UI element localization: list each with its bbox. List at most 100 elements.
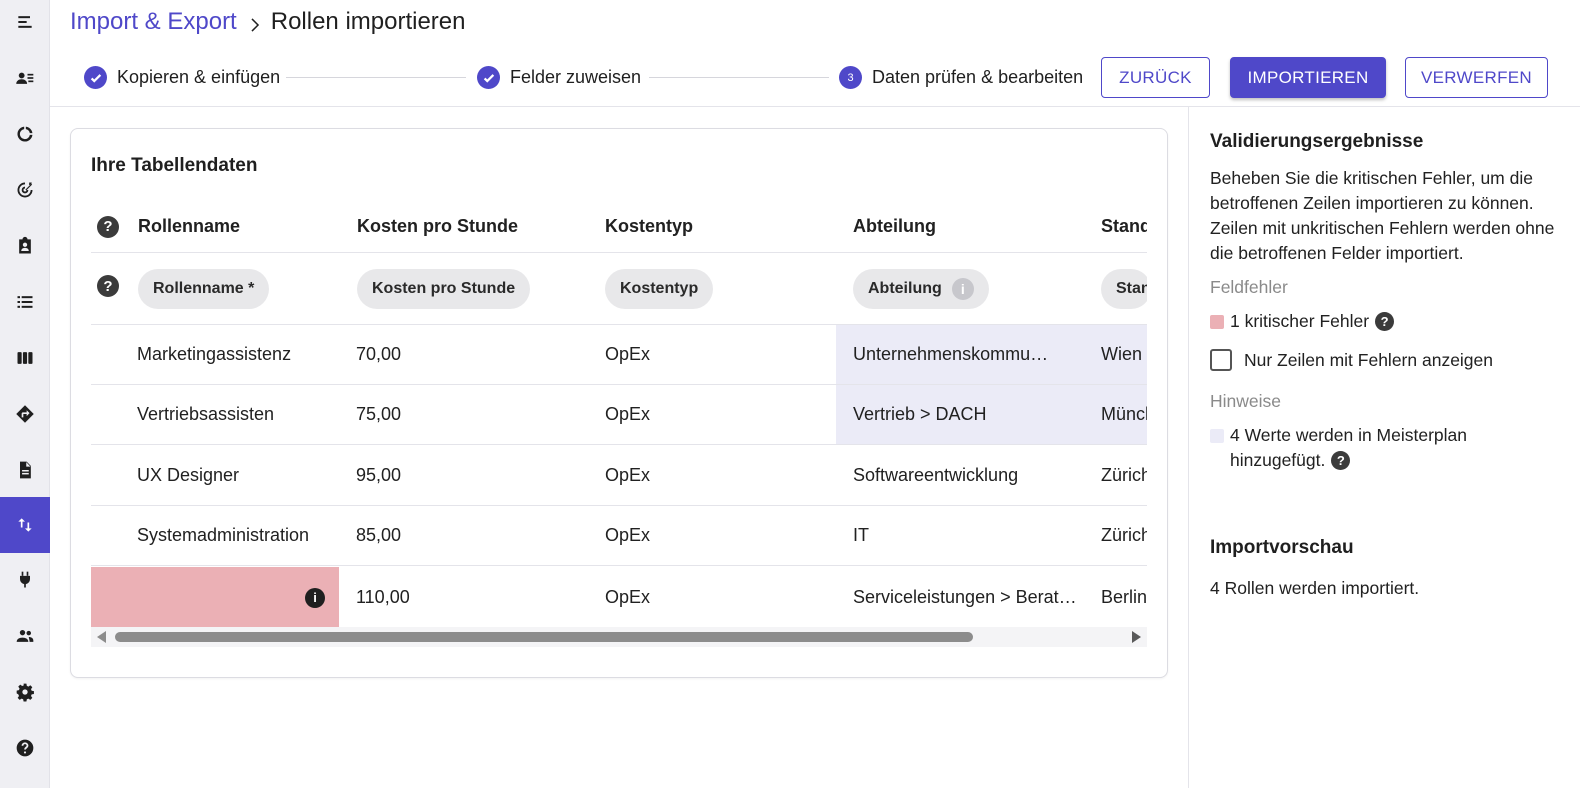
columns-icon[interactable] <box>0 330 50 386</box>
cell-kosten[interactable]: 85,00 <box>356 506 586 565</box>
scroll-left-arrow-icon[interactable] <box>97 631 106 643</box>
sidebar <box>0 0 50 788</box>
help-icon[interactable]: ? <box>97 201 119 252</box>
validation-description: Beheben Sie die kritischen Fehler, um di… <box>1210 168 1555 263</box>
table-row: i 110,00 OpEx Serviceleistungen > Berat…… <box>91 567 1147 628</box>
field-chip-abteilung[interactable]: Abteilung i <box>853 268 989 309</box>
field-errors-label: Feldfehler <box>1210 277 1288 297</box>
cell-rollenname[interactable]: Vertriebsassisten <box>137 385 337 444</box>
discard-button[interactable]: VERWERFEN <box>1405 57 1548 98</box>
cell-rollenname[interactable]: Systemadministration <box>137 506 337 565</box>
cell-kosten[interactable]: 110,00 <box>356 567 586 628</box>
scrollbar-thumb[interactable] <box>115 632 973 642</box>
cell-standort[interactable]: Berlin <box>1101 567 1147 628</box>
column-header: Rollenname <box>138 216 241 236</box>
column-header: Kostentyp <box>605 216 694 236</box>
gear-icon[interactable] <box>0 664 50 720</box>
field-chip-standort[interactable]: Stan <box>1101 268 1147 309</box>
clipboard-user-icon[interactable] <box>0 218 50 274</box>
import-export-icon[interactable] <box>0 497 50 553</box>
header-divider <box>50 106 1580 107</box>
cell-abteilung[interactable]: IT <box>853 506 1083 565</box>
column-header: Stand <box>1101 216 1147 236</box>
cell-kosten[interactable]: 70,00 <box>356 325 586 384</box>
cell-standort[interactable]: Zürich <box>1101 446 1147 505</box>
hints-text: 4 Werte werden in Meisterplan <box>1230 425 1468 445</box>
stepper: Kopieren & einfügen Felder zuweisen 3 Da… <box>84 66 1084 90</box>
target-icon[interactable] <box>0 162 50 218</box>
help-icon[interactable]: ? <box>97 253 119 324</box>
menu-icon[interactable] <box>0 0 50 50</box>
horizontal-scrollbar[interactable] <box>91 627 1147 647</box>
only-errors-checkbox[interactable] <box>1210 349 1232 371</box>
cell-standort[interactable]: Zürich <box>1101 506 1147 565</box>
table-card: Ihre Tabellendaten ? Rollenname Kosten p… <box>70 128 1168 678</box>
info-icon[interactable]: i <box>951 277 974 300</box>
directions-icon[interactable] <box>0 386 50 442</box>
cell-kosten[interactable]: 75,00 <box>356 385 586 444</box>
field-chip-kosten[interactable]: Kosten pro Stunde <box>357 268 531 309</box>
import-preview-title: Importvorschau <box>1210 537 1354 558</box>
cell-kostentyp[interactable]: OpEx <box>605 506 835 565</box>
step-label: Felder zuweisen <box>510 67 642 87</box>
page-title: Rollen importieren <box>270 8 466 35</box>
scroll-right-arrow-icon[interactable] <box>1132 631 1141 643</box>
check-icon <box>84 66 107 89</box>
only-errors-label: Nur Zeilen mit Fehlern anzeigen <box>1244 349 1494 370</box>
hints-text: hinzugefügt. <box>1230 450 1326 470</box>
table-row: Systemadministration 85,00 OpEx IT Züric… <box>91 506 1147 566</box>
step-copy-paste: Kopieren & einfügen <box>84 66 280 89</box>
step-assign-fields: Felder zuweisen <box>477 66 641 89</box>
step-connector <box>649 77 829 78</box>
step-label: Kopieren & einfügen <box>117 67 281 87</box>
cell-kosten[interactable]: 95,00 <box>356 446 586 505</box>
column-header: Kosten pro Stunde <box>357 216 518 236</box>
import-button[interactable]: IMPORTIEREN <box>1230 57 1386 98</box>
contacts-icon[interactable] <box>0 50 50 106</box>
cell-kostentyp[interactable]: OpEx <box>605 325 835 384</box>
field-chip-rollenname[interactable]: Rollenname * <box>138 268 270 309</box>
help-icon[interactable]: ? <box>1375 312 1395 331</box>
step-label: Daten prüfen & bearbeiten <box>872 67 1084 87</box>
cell-abteilung[interactable]: Vertrieb > DACH <box>836 385 1083 444</box>
only-errors-toggle[interactable]: Nur Zeilen mit Fehlern anzeigen <box>1210 349 1493 371</box>
step-number: 3 <box>839 66 862 89</box>
help-icon[interactable]: ? <box>1331 451 1351 470</box>
chevron-right-icon <box>245 13 263 32</box>
hints-label: Hinweise <box>1210 391 1281 411</box>
cell-standort[interactable]: Wien <box>1083 325 1147 384</box>
table-header-row: ? Rollenname Kosten pro Stunde Kostentyp… <box>91 201 1147 253</box>
cell-standort[interactable]: Münch <box>1083 385 1147 444</box>
info-icon[interactable]: i <box>305 587 325 608</box>
cell-abteilung[interactable]: Serviceleistungen > Berat… <box>853 567 1083 628</box>
plug-icon[interactable] <box>0 552 50 608</box>
validation-title: Validierungsergebnisse <box>1210 131 1424 152</box>
back-button[interactable]: ZURÜCK <box>1101 57 1210 98</box>
table-row: UX Designer 95,00 OpEx Softwareentwicklu… <box>91 446 1147 506</box>
critical-errors-text: 1 kritischer Fehler <box>1230 311 1370 331</box>
cell-kostentyp[interactable]: OpEx <box>605 567 835 628</box>
step-review-edit: 3 Daten prüfen & bearbeiten <box>839 66 1083 89</box>
hints-legend-continued: hinzugefügt. ? <box>1230 450 1351 471</box>
donut-chart-icon[interactable] <box>0 106 50 162</box>
list-icon[interactable] <box>0 274 50 330</box>
field-chip-kostentyp[interactable]: Kostentyp <box>605 268 714 309</box>
help-icon[interactable] <box>0 720 50 776</box>
document-icon[interactable] <box>0 442 50 498</box>
table-row: Marketingassistenz 70,00 OpEx Unternehme… <box>91 325 1147 385</box>
cell-abteilung[interactable]: Unternehmenskommu… <box>836 325 1083 384</box>
hint-swatch <box>1210 428 1224 443</box>
table-row: Vertriebsassisten 75,00 OpEx Vertrieb > … <box>91 385 1147 445</box>
cell-abteilung[interactable]: Softwareentwicklung <box>853 446 1083 505</box>
check-icon <box>477 66 500 89</box>
cell-rollenname[interactable]: UX Designer <box>137 446 337 505</box>
cell-kostentyp[interactable]: OpEx <box>605 385 835 444</box>
cell-rollenname-error[interactable]: i <box>91 567 339 628</box>
cell-kostentyp[interactable]: OpEx <box>605 446 835 505</box>
breadcrumb: Import & Export Rollen importieren <box>70 8 466 36</box>
people-icon[interactable] <box>0 608 50 664</box>
hints-legend: 4 Werte werden in Meisterplan <box>1210 425 1467 446</box>
column-header: Abteilung <box>853 216 936 236</box>
breadcrumb-parent-link[interactable]: Import & Export <box>70 8 237 36</box>
cell-rollenname[interactable]: Marketingassistenz <box>137 325 337 384</box>
